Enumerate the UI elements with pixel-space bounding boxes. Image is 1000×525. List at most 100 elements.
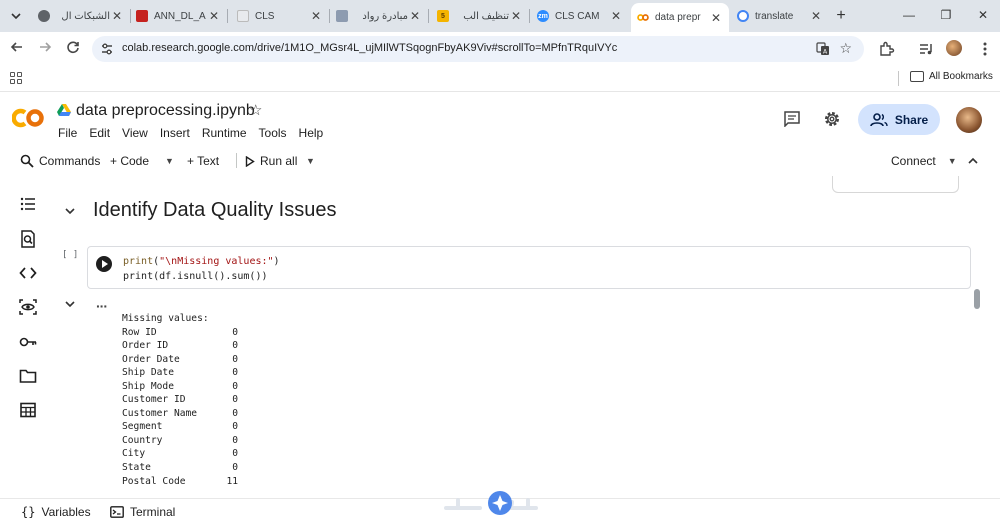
browser-tab[interactable]: 5 تنظيف الب ✕ (431, 3, 530, 29)
tab-search-dropdown-icon[interactable] (7, 7, 25, 25)
translate-icon[interactable]: A (816, 42, 830, 56)
code-cell[interactable]: print("\nMissing values:") print(df.isnu… (87, 246, 971, 289)
media-controls-icon[interactable] (917, 40, 935, 58)
url-text[interactable]: colab.research.google.com/drive/1M1O_MGs… (122, 42, 617, 54)
find-replace-icon[interactable] (19, 230, 37, 248)
add-code-dropdown[interactable]: ▼ (165, 149, 174, 173)
terminal-button[interactable]: Terminal (110, 505, 175, 519)
browser-tab[interactable]: الشبكات ال ✕ (32, 3, 131, 29)
close-icon[interactable]: ✕ (207, 9, 221, 23)
output-row-value: 0 (232, 380, 238, 392)
variables-button[interactable]: {} Variables (21, 505, 91, 519)
profile-avatar-small[interactable] (946, 40, 962, 56)
table-of-contents-icon[interactable] (19, 195, 37, 213)
star-notebook-icon[interactable]: ☆ (249, 101, 262, 119)
notebook-title[interactable]: data preprocessing.ipynb (76, 102, 255, 120)
browser-tab[interactable]: ANN_DL_A ✕ (130, 3, 228, 29)
menu-insert[interactable]: Insert (160, 126, 190, 140)
menu-edit[interactable]: Edit (89, 126, 110, 140)
watermark-logo (444, 491, 538, 515)
code-line-2[interactable]: print(df.isnull().sum()) (123, 271, 268, 282)
back-arrow-icon[interactable] (8, 40, 26, 58)
output-row-name: State (122, 462, 151, 474)
close-icon[interactable]: ✕ (408, 9, 422, 23)
run-all-dropdown[interactable]: ▼ (306, 149, 315, 173)
collapse-output-chevron-icon[interactable] (63, 297, 77, 311)
bookmark-star-icon[interactable]: ☆ (839, 40, 852, 57)
commands-label: Commands (39, 154, 101, 168)
close-icon[interactable]: ✕ (809, 9, 823, 23)
share-button[interactable]: Share (858, 104, 940, 135)
output-row-value: 0 (232, 462, 238, 474)
code-line-1[interactable]: print("\nMissing values:") (123, 256, 280, 267)
variable-inspector-icon[interactable] (19, 298, 37, 316)
collapse-header-chevron-icon[interactable] (967, 155, 979, 167)
run-cell-button[interactable] (96, 256, 112, 272)
connect-button[interactable]: Connect ▼ (891, 149, 957, 173)
close-icon[interactable]: ✕ (609, 9, 623, 23)
secrets-key-icon[interactable] (19, 333, 37, 351)
terminal-label: Terminal (130, 505, 176, 519)
people-icon (870, 112, 888, 126)
reload-icon[interactable] (64, 40, 82, 58)
code-snippets-icon[interactable] (19, 264, 37, 282)
all-bookmarks-button[interactable]: All Bookmarks (910, 71, 993, 82)
address-bar[interactable]: colab.research.google.com/drive/1M1O_MGs… (92, 36, 864, 62)
share-label: Share (894, 112, 929, 127)
maximize-button[interactable]: ❐ (938, 8, 954, 22)
user-avatar[interactable] (956, 107, 982, 133)
forward-arrow-icon[interactable] (36, 40, 54, 58)
files-folder-icon[interactable] (19, 367, 37, 385)
browser-tab[interactable]: CLS ✕ (231, 3, 330, 29)
five-icon: 5 (437, 10, 449, 22)
tab-separator (529, 9, 530, 23)
browser-tab[interactable]: مبادرة رواد ✕ (330, 3, 429, 29)
menu-file[interactable]: File (58, 126, 77, 140)
menu-view[interactable]: View (122, 126, 148, 140)
apps-grid-icon[interactable] (10, 72, 22, 84)
add-code-button[interactable]: + Code (110, 149, 149, 173)
tab-title: data prepr (655, 12, 701, 23)
output-row-value: 0 (232, 340, 238, 352)
colab-logo-icon[interactable] (12, 107, 46, 129)
variables-label: Variables (41, 505, 91, 519)
new-tab-button[interactable]: + (832, 7, 850, 25)
output-row: Segment 0 (122, 420, 238, 434)
close-icon[interactable]: ✕ (309, 9, 323, 23)
code-string-token: "\nMissing values:" (159, 256, 274, 267)
browser-tab[interactable]: zm CLS CAM ✕ (531, 3, 629, 29)
run-all-label: Run all (260, 154, 298, 168)
extensions-icon[interactable] (877, 40, 895, 58)
menu-kebab-icon[interactable] (976, 40, 994, 58)
site-info-icon[interactable] (100, 42, 114, 56)
collapse-section-chevron-icon[interactable] (63, 204, 77, 218)
run-all-button[interactable]: Run all (245, 149, 297, 173)
close-icon[interactable]: ✕ (110, 9, 124, 23)
commands-button[interactable]: Commands (14, 149, 106, 173)
output-row-name: Ship Date (122, 367, 174, 379)
output-row-value: 0 (232, 421, 238, 433)
output-title: Missing values: (122, 313, 209, 324)
menu-runtime[interactable]: Runtime (202, 126, 247, 140)
comment-icon[interactable] (783, 111, 801, 127)
scrollbar-thumb[interactable] (974, 289, 980, 309)
tab-separator (227, 9, 228, 23)
close-icon[interactable]: ✕ (709, 11, 723, 25)
menu-tools[interactable]: Tools (259, 126, 287, 140)
close-icon[interactable]: ✕ (509, 9, 523, 23)
settings-gear-icon[interactable] (823, 110, 841, 128)
output-row-name: Customer Name (122, 407, 198, 419)
caret-down-icon: ▼ (947, 156, 957, 166)
menu-help[interactable]: Help (299, 126, 324, 140)
output-actions-menu-icon[interactable]: ··· (96, 298, 108, 314)
google-drive-icon[interactable] (57, 104, 71, 117)
browser-tab[interactable]: translate ✕ (731, 3, 829, 29)
caret-down-icon: ▼ (306, 156, 315, 166)
minimize-button[interactable]: — (901, 8, 917, 22)
browser-tab-active[interactable]: data prepr ✕ (631, 3, 729, 32)
data-table-icon[interactable] (19, 401, 37, 419)
close-window-button[interactable]: ✕ (975, 8, 991, 22)
output-row: Row ID 0 (122, 326, 238, 340)
globe-icon (38, 10, 50, 22)
add-text-button[interactable]: + Text (187, 149, 219, 173)
